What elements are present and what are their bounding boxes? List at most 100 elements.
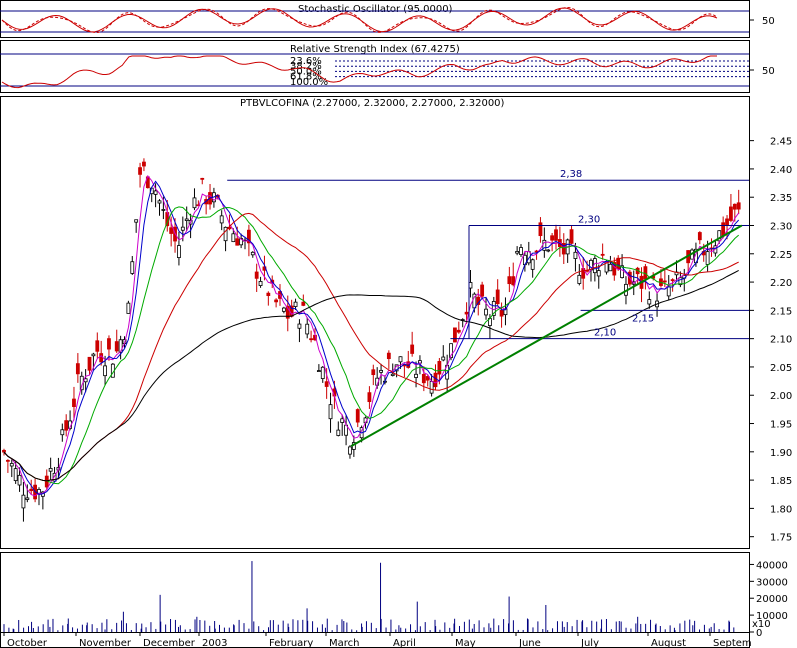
candle-body xyxy=(569,229,574,244)
candle-body xyxy=(732,203,737,210)
candle-body xyxy=(530,259,535,270)
x-tick-label: Septem xyxy=(713,638,752,648)
x-tick-label: June xyxy=(518,638,541,648)
candle-body xyxy=(600,253,605,256)
volume-y-tick-label: 20000 xyxy=(756,594,788,605)
candle-body xyxy=(534,250,539,253)
candle-body xyxy=(142,161,146,167)
candle-body xyxy=(666,286,671,297)
candle-body xyxy=(429,381,434,394)
price-y-tick-label: 1.90 xyxy=(770,448,792,459)
candle-body xyxy=(437,360,442,375)
candle-body xyxy=(177,245,181,258)
candle-body xyxy=(250,251,255,256)
candle-body xyxy=(180,226,185,231)
candle-body xyxy=(231,233,236,243)
candle-body xyxy=(60,429,65,436)
candle-body xyxy=(107,338,111,350)
candle-body xyxy=(456,329,461,333)
candle-body xyxy=(390,373,395,376)
candle-body xyxy=(138,167,142,175)
candle-body xyxy=(573,251,578,259)
volume-y-tick-label: 40000 xyxy=(756,560,788,571)
candle-body xyxy=(721,222,726,237)
candle-body xyxy=(670,279,675,282)
candle-body xyxy=(433,372,438,388)
candle-body xyxy=(484,308,488,316)
candle-body xyxy=(499,309,504,317)
candle-body xyxy=(519,247,523,255)
price-y-tick-label: 1.80 xyxy=(770,504,792,515)
candle-body xyxy=(729,206,733,221)
candle-body xyxy=(320,366,325,379)
candle-body xyxy=(511,276,516,286)
candle-body xyxy=(348,446,352,455)
candle-body xyxy=(495,289,500,305)
candle-body xyxy=(328,404,333,420)
price-y-tick-label: 2.35 xyxy=(770,193,792,204)
candle-body xyxy=(91,353,96,357)
candle-body xyxy=(410,344,415,354)
candle-body xyxy=(441,356,446,361)
candle-body xyxy=(169,227,174,234)
candle-body xyxy=(157,200,162,204)
x-tick-label: August xyxy=(651,638,686,648)
candle-body xyxy=(546,249,551,252)
candle-body xyxy=(9,463,14,467)
candle-body xyxy=(297,323,302,329)
candle-body xyxy=(697,232,702,241)
candle-body xyxy=(200,177,205,180)
candle-body xyxy=(266,292,271,296)
candle-body xyxy=(258,281,263,286)
candle-body xyxy=(608,263,613,272)
x-tick-label: July xyxy=(580,638,599,648)
stochastic-title: Stochastic Oscillator (95.0000) xyxy=(298,4,453,15)
candle-body xyxy=(725,218,729,226)
candle-body xyxy=(464,311,469,315)
price-y-tick-label: 2.45 xyxy=(770,137,792,148)
candle-body xyxy=(705,251,710,265)
x-tick-label: October xyxy=(7,638,48,648)
volume-y-tick-label: 10000 xyxy=(756,611,788,622)
level-label: 2,10 xyxy=(594,328,616,339)
candle-body xyxy=(515,251,520,254)
price-y-tick-label: 2.00 xyxy=(770,391,792,402)
candle-body xyxy=(130,261,135,274)
x-tick-label: December xyxy=(143,638,196,648)
level-label: 2,30 xyxy=(578,215,600,226)
level-label: 2,15 xyxy=(632,313,654,324)
candle-body xyxy=(64,420,69,431)
x-tick-label: 2003 xyxy=(202,638,227,648)
candle-body xyxy=(2,449,6,453)
price-title: PTBVLCOFINA (2.27000, 2.32000, 2.27000, … xyxy=(240,98,505,109)
candle-body xyxy=(316,370,321,372)
x-tick-label: April xyxy=(393,638,416,648)
candle-body xyxy=(114,341,119,352)
candle-body xyxy=(72,398,76,407)
price-y-tick-label: 2.40 xyxy=(770,165,792,176)
rsi-title: Relative Strength Index (67.4275) xyxy=(290,44,460,55)
price-chart: Stochastic Oscillator (95.0000) 50 Relat… xyxy=(0,0,792,648)
candle-body xyxy=(340,418,345,423)
candle-body xyxy=(386,352,391,360)
candle-body xyxy=(161,209,166,211)
x-tick-label: March xyxy=(329,638,359,648)
candle-body xyxy=(309,338,313,341)
candle-body xyxy=(324,381,329,387)
price-y-tick-label: 1.85 xyxy=(770,476,792,487)
candle-body xyxy=(554,229,558,241)
price-y-tick-label: 2.25 xyxy=(770,250,792,261)
candle-body xyxy=(507,276,512,285)
rsi-axis-label: 50 xyxy=(762,66,775,77)
candle-body xyxy=(480,284,485,297)
candle-body xyxy=(643,266,648,280)
candle-body xyxy=(398,356,403,363)
candle-body xyxy=(647,299,652,305)
price-y-tick-label: 2.05 xyxy=(770,363,792,374)
candle-body xyxy=(414,373,418,378)
volume-y-tick-label: 30000 xyxy=(756,577,788,588)
candle-body xyxy=(336,429,341,436)
candle-body xyxy=(274,299,279,303)
candle-body xyxy=(379,369,383,373)
candle-body xyxy=(25,497,30,500)
